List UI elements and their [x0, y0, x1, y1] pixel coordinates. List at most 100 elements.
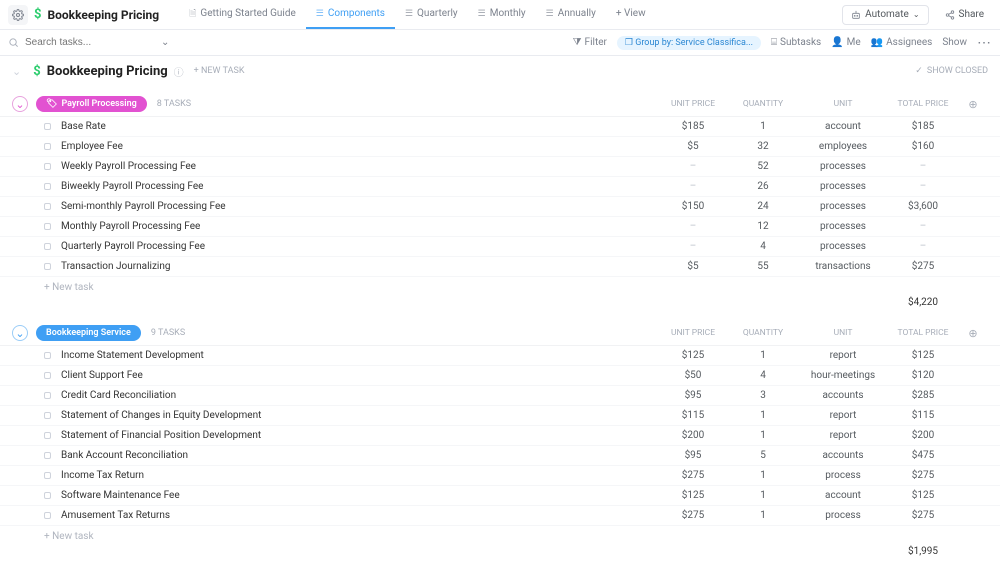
- cell-unit[interactable]: account: [798, 490, 888, 501]
- cell-unit-price[interactable]: –: [658, 161, 728, 172]
- cell-unit-price[interactable]: $200: [658, 430, 728, 441]
- task-row[interactable]: Credit Card Reconciliation $953accounts$2…: [0, 386, 1000, 406]
- cell-quantity[interactable]: 1: [728, 490, 798, 501]
- new-task-row[interactable]: + New task: [0, 526, 1000, 546]
- cell-quantity[interactable]: 52: [728, 161, 798, 172]
- search-input[interactable]: [25, 37, 155, 48]
- assignees-button[interactable]: 👥Assignees: [871, 37, 933, 48]
- collapse-all-icon[interactable]: ⌄: [12, 65, 21, 78]
- status-checkbox[interactable]: [44, 392, 51, 399]
- cell-total-price[interactable]: –: [888, 221, 958, 232]
- cell-total-price[interactable]: –: [888, 241, 958, 252]
- share-button[interactable]: Share: [937, 5, 992, 25]
- task-name[interactable]: Client Support Fee: [61, 370, 143, 381]
- task-row[interactable]: Bank Account Reconciliation$955accounts$…: [0, 446, 1000, 466]
- cell-quantity[interactable]: 1: [728, 430, 798, 441]
- cell-quantity[interactable]: 26: [728, 181, 798, 192]
- task-name[interactable]: Software Maintenance Fee: [61, 490, 180, 501]
- col-unit-price[interactable]: UNIT PRICE: [658, 328, 728, 338]
- cell-unit[interactable]: process: [798, 470, 888, 481]
- cell-total-price[interactable]: $3,600: [888, 201, 958, 212]
- status-checkbox[interactable]: [44, 203, 51, 210]
- collapse-group-button[interactable]: ⌄: [12, 325, 28, 341]
- status-checkbox[interactable]: [44, 472, 51, 479]
- cell-total-price[interactable]: $185: [888, 121, 958, 132]
- status-checkbox[interactable]: [44, 432, 51, 439]
- new-task-header-button[interactable]: + NEW TASK: [194, 66, 245, 76]
- status-checkbox[interactable]: [44, 352, 51, 359]
- cell-unit[interactable]: account: [798, 121, 888, 132]
- task-name[interactable]: Semi-monthly Payroll Processing Fee: [61, 201, 226, 212]
- task-name[interactable]: Biweekly Payroll Processing Fee: [61, 181, 203, 192]
- cell-unit-price[interactable]: $185: [658, 121, 728, 132]
- task-name[interactable]: Income Tax Return: [61, 470, 144, 481]
- task-name[interactable]: Transaction Journalizing: [61, 261, 170, 272]
- cell-unit[interactable]: processes: [798, 201, 888, 212]
- cell-total-price[interactable]: $275: [888, 470, 958, 481]
- cell-quantity[interactable]: 4: [728, 370, 798, 381]
- cell-total-price[interactable]: $120: [888, 370, 958, 381]
- cell-unit-price[interactable]: –: [658, 221, 728, 232]
- cell-total-price[interactable]: $285: [888, 390, 958, 401]
- cell-quantity[interactable]: 4: [728, 241, 798, 252]
- cell-unit-price[interactable]: $275: [658, 470, 728, 481]
- status-checkbox[interactable]: [44, 452, 51, 459]
- task-name[interactable]: Credit Card Reconciliation: [61, 390, 176, 401]
- col-total-price[interactable]: TOTAL PRICE: [888, 328, 958, 338]
- task-name[interactable]: Amusement Tax Returns: [61, 510, 170, 521]
- cell-quantity[interactable]: 1: [728, 121, 798, 132]
- cell-unit[interactable]: process: [798, 510, 888, 521]
- show-button[interactable]: Show: [942, 37, 967, 48]
- groupby-pill[interactable]: ❒ Group by: Service Classifica...: [617, 36, 761, 50]
- filter-button[interactable]: ⧩Filter: [573, 37, 607, 48]
- cell-unit[interactable]: hour-meetings: [798, 370, 888, 381]
- task-row[interactable]: Employee Fee$532employees$160: [0, 137, 1000, 157]
- col-unit-price[interactable]: UNIT PRICE: [658, 99, 728, 109]
- cell-unit-price[interactable]: $95: [658, 390, 728, 401]
- subtasks-button[interactable]: ⌸Subtasks: [771, 37, 821, 48]
- settings-button[interactable]: [8, 5, 28, 25]
- cell-unit[interactable]: report: [798, 430, 888, 441]
- cell-unit-price[interactable]: $95: [658, 450, 728, 461]
- task-name[interactable]: Income Statement Development: [61, 350, 204, 361]
- cell-total-price[interactable]: $160: [888, 141, 958, 152]
- new-task-row[interactable]: + New task: [0, 277, 1000, 297]
- cell-unit-price[interactable]: $115: [658, 410, 728, 421]
- status-checkbox[interactable]: [44, 243, 51, 250]
- cell-unit-price[interactable]: $5: [658, 141, 728, 152]
- task-name[interactable]: Quarterly Payroll Processing Fee: [61, 241, 205, 252]
- task-name[interactable]: Statement of Changes in Equity Developme…: [61, 410, 261, 421]
- task-row[interactable]: Income Tax Return$2751process$275: [0, 466, 1000, 486]
- tab-components[interactable]: ☰Components: [306, 0, 395, 29]
- task-row[interactable]: Quarterly Payroll Processing Fee–4proces…: [0, 237, 1000, 257]
- cell-quantity[interactable]: 3: [728, 390, 798, 401]
- more-menu[interactable]: ⋯: [977, 35, 992, 51]
- task-row[interactable]: Semi-monthly Payroll Processing Fee$1502…: [0, 197, 1000, 217]
- cell-unit-price[interactable]: $275: [658, 510, 728, 521]
- cell-unit[interactable]: report: [798, 350, 888, 361]
- task-name[interactable]: Bank Account Reconciliation: [61, 450, 188, 461]
- task-name[interactable]: Statement of Financial Position Developm…: [61, 430, 261, 441]
- cell-unit[interactable]: accounts: [798, 390, 888, 401]
- status-checkbox[interactable]: [44, 123, 51, 130]
- add-view-button[interactable]: + View: [606, 0, 656, 29]
- show-closed-button[interactable]: ✓SHOW CLOSED: [915, 66, 988, 76]
- cell-quantity[interactable]: 12: [728, 221, 798, 232]
- cell-unit-price[interactable]: –: [658, 241, 728, 252]
- cell-unit-price[interactable]: –: [658, 181, 728, 192]
- task-name[interactable]: Monthly Payroll Processing Fee: [61, 221, 200, 232]
- cell-total-price[interactable]: –: [888, 161, 958, 172]
- search-dropdown[interactable]: ⌄: [161, 37, 169, 48]
- task-row[interactable]: Statement of Changes in Equity Developme…: [0, 406, 1000, 426]
- cell-quantity[interactable]: 5: [728, 450, 798, 461]
- status-checkbox[interactable]: [44, 143, 51, 150]
- tab-monthly[interactable]: ☰Monthly: [468, 0, 536, 29]
- cell-quantity[interactable]: 32: [728, 141, 798, 152]
- status-checkbox[interactable]: [44, 263, 51, 270]
- cell-unit[interactable]: processes: [798, 161, 888, 172]
- cell-total-price[interactable]: $125: [888, 350, 958, 361]
- task-row[interactable]: Amusement Tax Returns$2751process$275: [0, 506, 1000, 526]
- me-button[interactable]: 👤Me: [831, 37, 861, 48]
- status-checkbox[interactable]: [44, 163, 51, 170]
- cell-quantity[interactable]: 1: [728, 470, 798, 481]
